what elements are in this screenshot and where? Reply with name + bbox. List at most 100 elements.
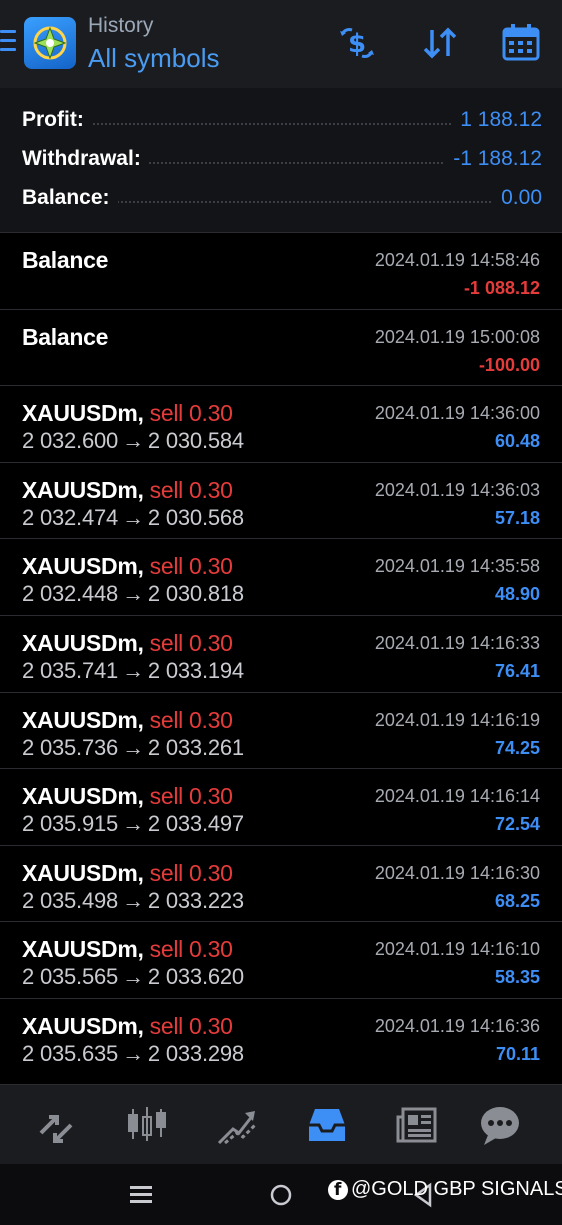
deal-symbol: XAUUSDm, <box>22 476 144 503</box>
deal-side: sell 0.30 <box>149 553 233 580</box>
watermark-text: @GOLD GBP SIGNALS <box>351 1178 562 1200</box>
balance-value: 0.00 <box>493 186 542 210</box>
facebook-icon <box>328 1179 348 1200</box>
close-price: 2 030.584 <box>147 428 244 454</box>
deal-time: 2024.01.19 14:16:19 <box>374 709 540 730</box>
deal-side: sell 0.30 <box>149 629 233 656</box>
deal-time: 2024.01.19 14:35:58 <box>374 556 540 577</box>
list-item[interactable]: XAUUSDm, sell 0.30 2 035.915 → 2 033.497 2… <box>0 768 562 845</box>
deal-title: XAUUSDm, sell 0.30 <box>22 860 233 887</box>
open-price: 2 035.741 <box>22 657 119 683</box>
recents-icon[interactable] <box>128 1182 154 1213</box>
list-item[interactable]: XAUUSDm, sell 0.30 2 035.565 → 2 033.620 2… <box>0 921 562 998</box>
list-item[interactable]: XAUUSDm, sell 0.30 2 032.448 → 2 030.818 2… <box>0 538 562 615</box>
home-icon[interactable] <box>268 1182 294 1213</box>
deal-profit: -1 088.12 <box>463 278 540 298</box>
deal-title: XAUUSDm, sell 0.30 <box>22 707 233 734</box>
close-price: 2 030.818 <box>147 581 244 607</box>
close-price: 2 033.620 <box>147 964 244 990</box>
arrow-icon: → <box>122 581 144 607</box>
deal-title: XAUUSDm, sell 0.30 <box>22 1013 233 1040</box>
deal-title: Balance <box>22 247 109 273</box>
deal-prices: 2 035.498 → 2 033.223 <box>22 888 244 914</box>
list-item[interactable]: Balance 2024.01.19 15:00:08 -100.00 <box>0 308 562 386</box>
close-price: 2 033.497 <box>147 811 244 837</box>
app-header: History All symbols $ <box>0 0 562 88</box>
deal-prices: 2 035.565 → 2 033.620 <box>22 964 244 990</box>
sort-icon[interactable] <box>419 22 461 64</box>
open-price: 2 035.565 <box>22 964 119 990</box>
menu-icon[interactable] <box>0 30 16 54</box>
deal-symbol: XAUUSDm, <box>22 400 144 427</box>
chart-icon[interactable] <box>125 1103 169 1147</box>
list-item[interactable]: Balance 2024.01.19 14:58:46 -1 088.12 <box>0 232 562 309</box>
list-item[interactable]: XAUUSDm, sell 0.30 2 035.498 → 2 033.223 2… <box>0 844 562 922</box>
deal-side: sell 0.30 <box>149 783 233 810</box>
calendar-icon[interactable] <box>500 22 542 64</box>
deal-symbol: XAUUSDm, <box>22 783 144 810</box>
profit-row: Profit: 1 188.12 <box>22 108 542 138</box>
deal-profit: 72.54 <box>494 814 540 835</box>
deal-profit: 60.48 <box>494 431 540 452</box>
header-subtitle[interactable]: All symbols <box>88 43 219 74</box>
deal-title: XAUUSDm, sell 0.30 <box>22 936 233 963</box>
withdrawal-label: Withdrawal: <box>22 147 149 171</box>
deal-side: sell 0.30 <box>149 400 233 427</box>
profit-label: Profit: <box>22 108 92 132</box>
open-price: 2 032.474 <box>22 504 119 530</box>
arrow-icon: → <box>122 811 144 837</box>
deal-side: sell 0.30 <box>149 706 233 733</box>
deal-side: sell 0.30 <box>149 1012 233 1039</box>
deal-time: 2024.01.19 14:58:46 <box>374 250 540 270</box>
list-item[interactable]: XAUUSDm, sell 0.30 2 035.736 → 2 033.261 2… <box>0 691 562 769</box>
deal-list: Balance 2024.01.19 14:58:46 -1 088.12 Ba… <box>0 232 562 1075</box>
deal-symbol: XAUUSDm, <box>22 629 144 656</box>
deal-time: 2024.01.19 15:00:08 <box>374 326 540 347</box>
open-price: 2 032.448 <box>22 581 119 607</box>
svg-text:$: $ <box>348 29 366 59</box>
deal-prices: 2 035.635 → 2 033.298 <box>22 1041 244 1067</box>
close-price: 2 033.223 <box>147 887 244 913</box>
list-item[interactable]: XAUUSDm, sell 0.30 2 032.474 → 2 030.568 2… <box>0 461 562 539</box>
history-icon[interactable] <box>305 1103 349 1147</box>
list-item[interactable]: XAUUSDm, sell 0.30 2 032.600 → 2 030.584 2… <box>0 385 562 462</box>
open-price: 2 035.915 <box>22 811 119 837</box>
deal-symbol: XAUUSDm, <box>22 706 144 733</box>
watermark: @GOLD GBP SIGNALS <box>328 1178 562 1201</box>
arrow-icon: → <box>122 964 144 990</box>
currency-exchange-icon[interactable]: $ <box>336 22 378 64</box>
close-price: 2 030.568 <box>147 504 244 530</box>
deal-prices: 2 035.915 → 2 033.497 <box>22 811 244 837</box>
open-price: 2 032.600 <box>22 428 119 454</box>
arrow-icon: → <box>122 504 144 530</box>
deal-profit: -100.00 <box>478 354 540 375</box>
deal-prices: 2 032.600 → 2 030.584 <box>22 428 244 454</box>
quotes-icon[interactable] <box>35 1103 79 1147</box>
deal-symbol: XAUUSDm, <box>22 936 144 963</box>
deal-prices: 2 032.474 → 2 030.568 <box>22 505 244 531</box>
deal-title: XAUUSDm, sell 0.30 <box>22 630 233 657</box>
deal-time: 2024.01.19 14:36:00 <box>374 403 540 424</box>
trade-icon[interactable] <box>215 1103 259 1147</box>
deal-time: 2024.01.19 14:16:14 <box>374 786 540 807</box>
close-price: 2 033.194 <box>147 657 244 683</box>
chat-icon[interactable] <box>478 1103 522 1147</box>
arrow-icon: → <box>122 734 144 760</box>
deal-symbol: XAUUSDm, <box>22 859 144 886</box>
list-item[interactable]: XAUUSDm, sell 0.30 2 035.635 → 2 033.298 2… <box>0 997 562 1075</box>
deal-symbol: XAUUSDm, <box>22 553 144 580</box>
deal-profit: 76.41 <box>494 660 540 681</box>
deal-profit: 48.90 <box>494 584 540 605</box>
deal-time: 2024.01.19 14:16:33 <box>374 632 540 653</box>
news-icon[interactable] <box>395 1103 439 1147</box>
open-price: 2 035.736 <box>22 734 119 760</box>
bottom-nav <box>0 1084 562 1164</box>
deal-side: sell 0.30 <box>149 859 233 886</box>
history-summary: Profit: 1 188.12 Withdrawal: -1 188.12 B… <box>0 88 562 232</box>
deal-side: sell 0.30 <box>149 936 233 963</box>
deal-title: XAUUSDm, sell 0.30 <box>22 553 233 580</box>
deal-profit: 68.25 <box>494 890 540 911</box>
deal-prices: 2 032.448 → 2 030.818 <box>22 581 244 607</box>
list-item[interactable]: XAUUSDm, sell 0.30 2 035.741 → 2 033.194 2… <box>0 614 562 692</box>
deal-title: XAUUSDm, sell 0.30 <box>22 477 233 504</box>
